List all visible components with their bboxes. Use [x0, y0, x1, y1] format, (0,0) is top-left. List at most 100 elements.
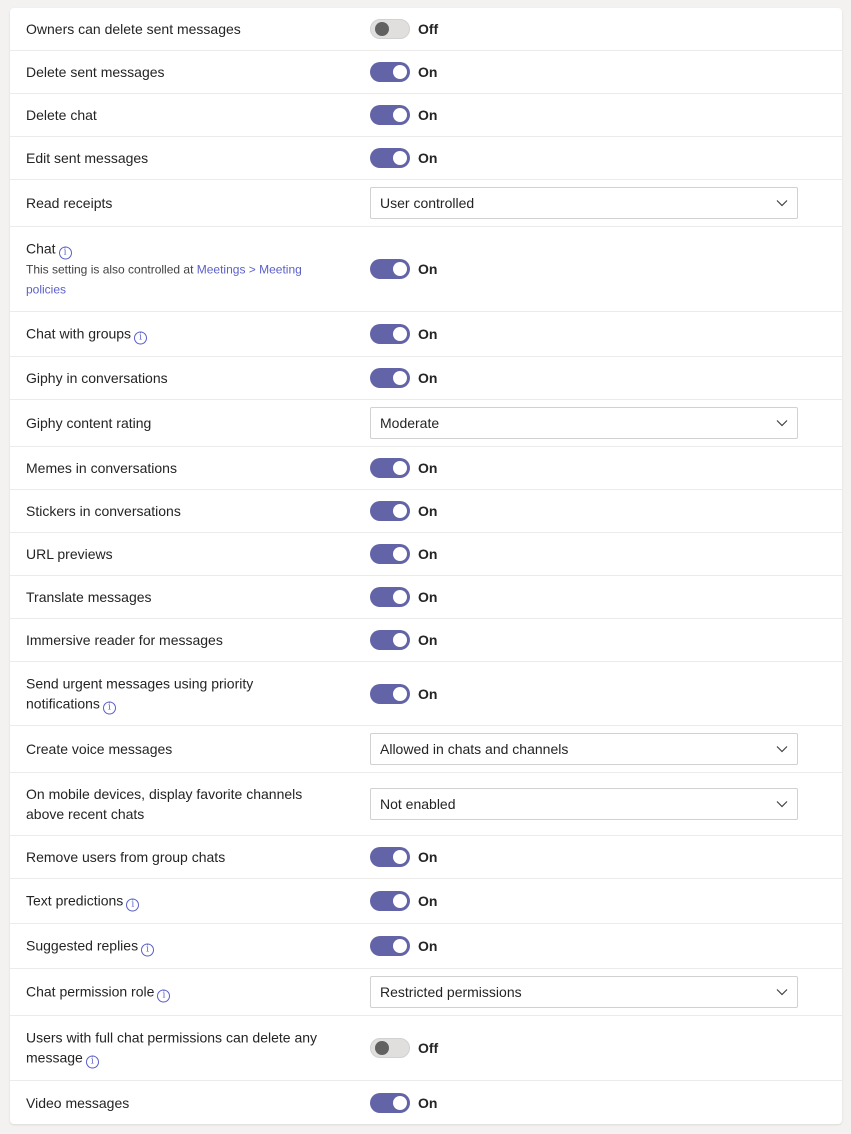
setting-label-block: Remove users from group chats [26, 847, 326, 867]
toggle-switch[interactable] [370, 1092, 410, 1113]
toggle-knob [393, 65, 407, 79]
info-icon[interactable]: i [58, 246, 72, 260]
setting-row: Remove users from group chats On [10, 836, 842, 879]
setting-control: On [370, 630, 437, 650]
setting-label-block: Delete chat [26, 105, 326, 125]
setting-control: On [370, 458, 437, 478]
info-icon[interactable]: i [141, 943, 155, 957]
toggle-knob [393, 1095, 407, 1110]
setting-label: Chat permission role [26, 983, 155, 1000]
setting-row: Giphy content rating Moderate [10, 400, 842, 447]
settings-card: Owners can delete sent messages Off Delete… [10, 8, 842, 1124]
setting-label: Edit sent messages [26, 150, 149, 166]
setting-control: On [370, 683, 437, 704]
toggle-knob [393, 590, 407, 604]
toggle-state-label: On [418, 546, 438, 562]
toggle-knob [393, 108, 407, 122]
setting-control: On [370, 368, 437, 388]
toggle-switch[interactable] [370, 683, 410, 704]
setting-label-block: Text predictions i [26, 891, 326, 912]
toggle-state-label: Off [418, 1040, 439, 1056]
setting-label-block: Owners can delete sent messages [26, 19, 326, 39]
toggle-switch[interactable] [370, 458, 410, 478]
setting-label-block: Stickers in conversations [26, 501, 326, 521]
toggle-switch[interactable] [370, 368, 410, 388]
dropdown-select[interactable]: User controlled [370, 187, 798, 219]
toggle-switch[interactable] [370, 19, 410, 39]
toggle-knob [393, 894, 407, 908]
setting-label-block: Translate messages [26, 587, 326, 607]
dropdown-select[interactable]: Moderate [370, 407, 798, 439]
setting-label-block: Memes in conversations [26, 458, 326, 478]
toggle-switch[interactable] [370, 324, 410, 344]
info-icon[interactable]: i [134, 331, 148, 345]
toggle-state-label: Off [418, 21, 439, 37]
setting-label: Users with full chat permissions can del… [26, 1029, 318, 1066]
setting-control: On [370, 259, 437, 279]
setting-label: Chat [26, 240, 56, 257]
setting-label-block: Create voice messages [26, 739, 326, 759]
toggle-switch[interactable] [370, 587, 410, 607]
setting-label-block: Chat with groups i [26, 324, 326, 345]
setting-control: On [370, 587, 437, 607]
setting-row: Giphy in conversations On [10, 357, 842, 400]
toggle-switch[interactable] [370, 630, 410, 650]
setting-row: Create voice messages Allowed in chats an… [10, 726, 842, 773]
setting-control: User controlled [370, 187, 798, 219]
toggle-knob [393, 547, 407, 561]
toggle-knob [393, 262, 407, 276]
chevron-down-icon [776, 420, 788, 427]
toggle-state-label: On [418, 460, 438, 476]
setting-row: Stickers in conversations On [10, 490, 842, 533]
setting-label-block: On mobile devices, display favorite chan… [26, 784, 326, 824]
setting-note-text: This setting is also controlled at [26, 262, 197, 277]
toggle-knob [393, 327, 407, 341]
toggle-switch[interactable] [370, 62, 410, 82]
setting-control: On [370, 62, 437, 82]
setting-row: Users with full chat permissions can del… [10, 1016, 842, 1081]
setting-label-block: Giphy in conversations [26, 368, 326, 388]
setting-label: Memes in conversations [26, 460, 177, 476]
toggle-switch[interactable] [370, 891, 410, 911]
setting-label: Giphy content rating [26, 415, 152, 431]
setting-label-block: Immersive reader for messages [26, 630, 326, 650]
setting-row: Immersive reader for messages On [10, 619, 842, 662]
dropdown-select[interactable]: Allowed in chats and channels [370, 733, 798, 765]
setting-row: Chat with groups i On [10, 312, 842, 357]
setting-row: Translate messages On [10, 576, 842, 619]
toggle-switch[interactable] [370, 148, 410, 168]
setting-row: URL previews On [10, 533, 842, 576]
toggle-switch[interactable] [370, 259, 410, 279]
setting-label: Video messages [26, 1094, 130, 1111]
toggle-state-label: On [418, 893, 438, 909]
toggle-switch[interactable] [370, 501, 410, 521]
dropdown-select[interactable]: Not enabled [370, 788, 798, 820]
setting-row: Memes in conversations On [10, 447, 842, 490]
toggle-switch[interactable] [370, 1038, 410, 1058]
toggle-state-label: On [418, 1094, 438, 1111]
setting-control: On [370, 544, 437, 564]
toggle-state-label: On [418, 261, 438, 277]
setting-row: Delete sent messages On [10, 51, 842, 94]
chevron-down-icon [776, 989, 788, 996]
info-icon[interactable]: i [157, 989, 171, 1003]
setting-label-block: Send urgent messages using priority noti… [26, 673, 326, 714]
toggle-switch[interactable] [370, 105, 410, 125]
setting-label-block: Chat i This setting is also controlled at … [26, 239, 326, 300]
setting-row: Chat i This setting is also controlled at … [10, 227, 842, 312]
setting-label-block: Edit sent messages [26, 148, 326, 168]
dropdown-value: User controlled [380, 195, 475, 211]
info-icon[interactable]: i [126, 898, 140, 912]
info-icon[interactable]: i [102, 701, 116, 714]
setting-control: On [370, 891, 437, 911]
setting-label-block: Delete sent messages [26, 62, 326, 82]
dropdown-select[interactable]: Restricted permissions [370, 976, 798, 1008]
toggle-switch[interactable] [370, 936, 410, 956]
setting-label: On mobile devices, display favorite chan… [26, 786, 303, 822]
toggle-knob [393, 939, 407, 953]
toggle-switch[interactable] [370, 847, 410, 867]
toggle-switch[interactable] [370, 544, 410, 564]
info-icon[interactable]: i [85, 1055, 99, 1069]
setting-label: Suggested replies [26, 937, 139, 954]
dropdown-value: Allowed in chats and channels [380, 741, 569, 757]
